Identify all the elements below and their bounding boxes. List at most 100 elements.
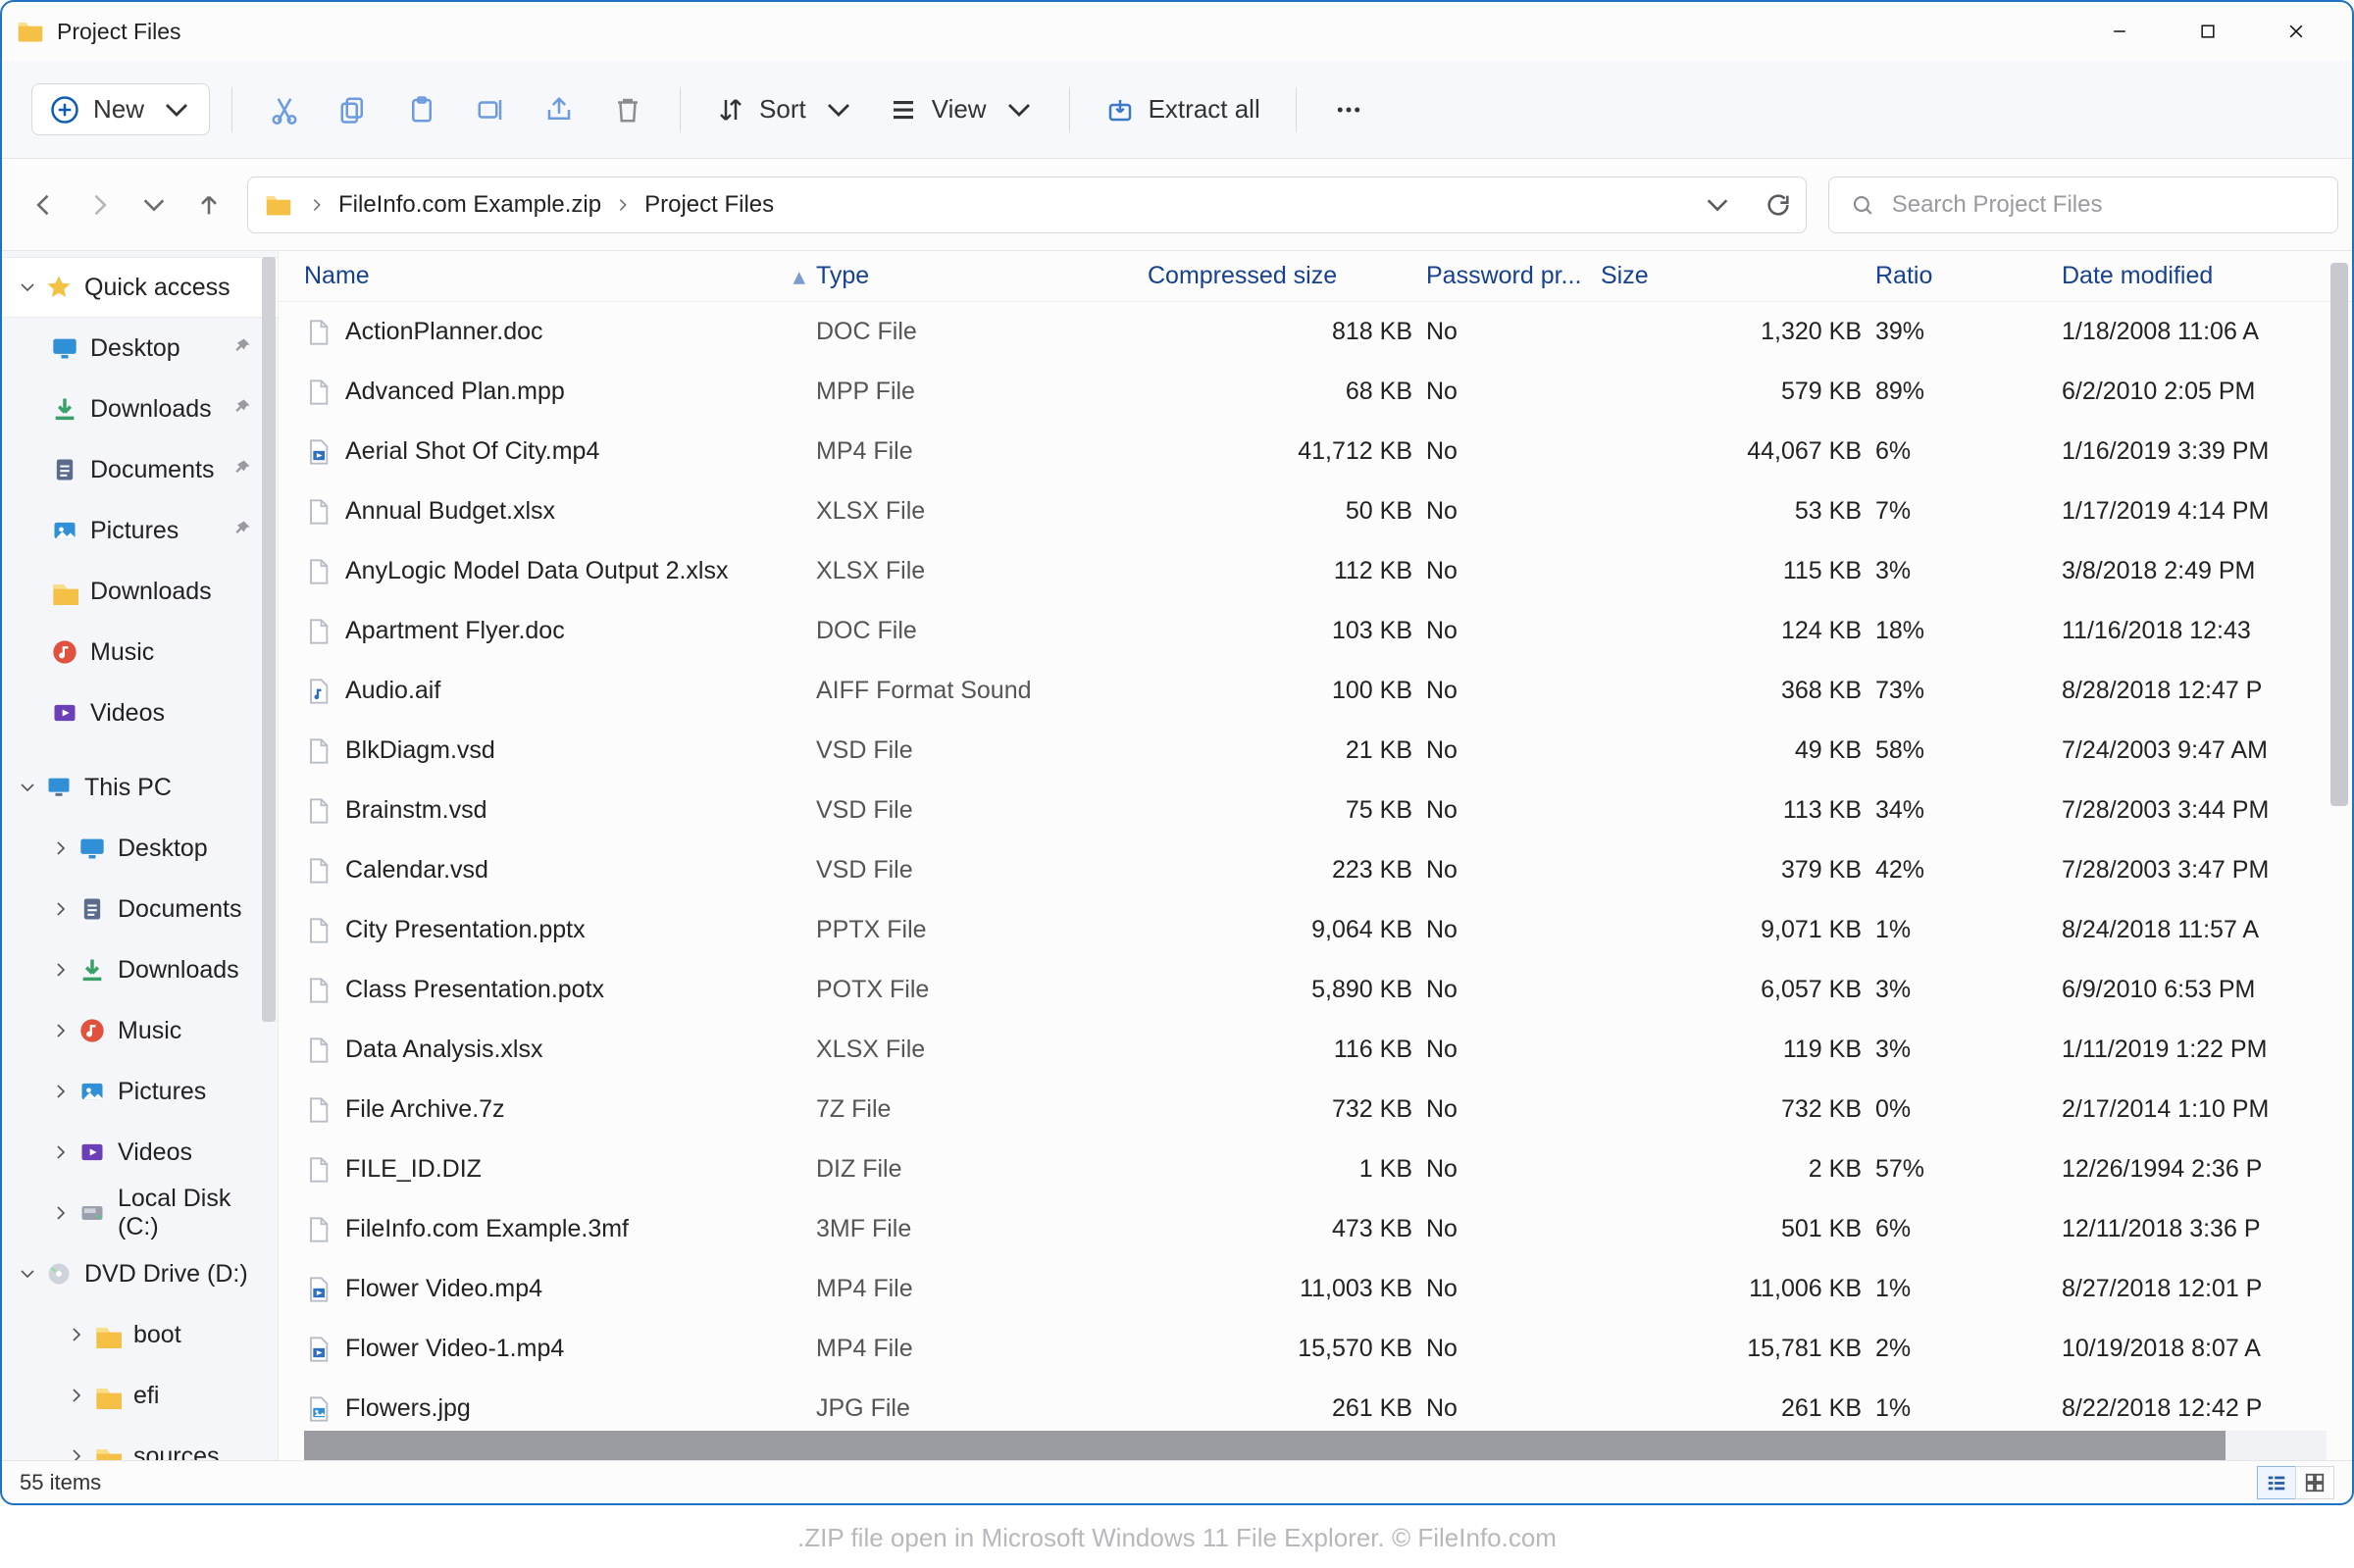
sidebar-item[interactable]: Music <box>2 622 278 683</box>
col-date[interactable]: Date modified <box>2062 251 2319 301</box>
sidebar-scrollbar[interactable] <box>262 257 276 1022</box>
file-password: No <box>1426 900 1601 960</box>
monitor-icon <box>41 774 77 801</box>
file-row[interactable]: Data Analysis.xlsx XLSX File 116 KB No 1… <box>304 1020 2352 1080</box>
rename-button[interactable] <box>460 87 521 132</box>
folder-icon <box>90 1321 126 1348</box>
file-row[interactable]: AnyLogic Model Data Output 2.xlsx XLSX F… <box>304 541 2352 601</box>
file-row[interactable]: FILE_ID.DIZ DIZ File 1 KB No 2 KB 57% 12… <box>304 1139 2352 1199</box>
refresh-button[interactable] <box>1765 191 1792 219</box>
file-type: MP4 File <box>816 1259 1148 1319</box>
search-box[interactable] <box>1828 177 2338 233</box>
horizontal-scrollbar[interactable] <box>304 1431 2327 1460</box>
file-date: 10/19/2018 8:07 A <box>2062 1319 2319 1379</box>
file-row[interactable]: ActionPlanner.doc DOC File 818 KB No 1,3… <box>304 302 2352 362</box>
file-row[interactable]: BlkDiagm.vsd VSD File 21 KB No 49 KB 58%… <box>304 721 2352 781</box>
minimize-button[interactable] <box>2075 2 2164 61</box>
file-row[interactable]: City Presentation.pptx PPTX File 9,064 K… <box>304 900 2352 960</box>
more-button[interactable] <box>1318 87 1379 132</box>
search-input[interactable] <box>1892 191 2316 219</box>
file-icon <box>304 1333 332 1366</box>
sidebar-item-label: efi <box>126 1382 278 1410</box>
breadcrumb-zip[interactable]: FileInfo.com Example.zip <box>338 191 601 219</box>
file-row[interactable]: FileInfo.com Example.3mf 3MF File 473 KB… <box>304 1199 2352 1259</box>
sidebar-item[interactable]: Desktop <box>2 318 278 379</box>
sidebar-item[interactable]: boot <box>2 1304 278 1365</box>
thumbnails-view-button[interactable] <box>2295 1466 2334 1499</box>
recent-button[interactable] <box>137 188 171 222</box>
sidebar-item[interactable]: efi <box>2 1365 278 1426</box>
col-ratio[interactable]: Ratio <box>1875 251 2062 301</box>
col-password[interactable]: Password pr... <box>1426 251 1601 301</box>
sidebar-item[interactable]: Desktop <box>2 818 278 879</box>
paste-button[interactable] <box>391 87 452 132</box>
sidebar-item[interactable]: Music <box>2 1000 278 1061</box>
file-row[interactable]: Flowers.jpg JPG File 261 KB No 261 KB 1%… <box>304 1379 2352 1431</box>
file-compressed: 732 KB <box>1148 1080 1426 1139</box>
delete-button[interactable] <box>597 87 658 132</box>
sidebar-item[interactable]: Pictures <box>2 500 278 561</box>
file-row[interactable]: Advanced Plan.mpp MPP File 68 KB No 579 … <box>304 362 2352 422</box>
file-icon <box>304 794 332 828</box>
file-row[interactable]: File Archive.7z 7Z File 732 KB No 732 KB… <box>304 1080 2352 1139</box>
view-button[interactable]: View <box>875 86 1048 132</box>
back-button[interactable] <box>27 188 61 222</box>
sidebar-quick-access[interactable]: Quick access <box>2 257 278 318</box>
file-row[interactable]: Brainstm.vsd VSD File 75 KB No 113 KB 34… <box>304 781 2352 840</box>
new-button[interactable]: New <box>31 83 210 135</box>
file-name: File Archive.7z <box>345 1095 505 1124</box>
sidebar-dvd-drive[interactable]: DVD Drive (D:) <box>2 1243 278 1304</box>
details-icon <box>2266 1472 2287 1493</box>
scrollbar-thumb[interactable] <box>304 1431 2226 1460</box>
sidebar-item[interactable]: sources <box>2 1426 278 1460</box>
file-ratio: 1% <box>1875 1379 2062 1431</box>
sidebar-this-pc[interactable]: This PC <box>2 757 278 818</box>
forward-button[interactable] <box>82 188 116 222</box>
up-button[interactable] <box>192 188 226 222</box>
file-row[interactable]: Annual Budget.xlsx XLSX File 50 KB No 53… <box>304 481 2352 541</box>
sort-button[interactable]: Sort <box>702 86 867 132</box>
sidebar-item[interactable]: Videos <box>2 1122 278 1183</box>
sidebar-item[interactable]: Downloads <box>2 939 278 1000</box>
sidebar-item[interactable]: Downloads <box>2 561 278 622</box>
file-row[interactable]: Flower Video-1.mp4 MP4 File 15,570 KB No… <box>304 1319 2352 1379</box>
col-type[interactable]: Type <box>816 251 1148 301</box>
close-button[interactable] <box>2252 2 2340 61</box>
share-button[interactable] <box>529 87 589 132</box>
col-name[interactable]: Name▴ <box>304 251 816 301</box>
breadcrumb-folder[interactable]: Project Files <box>644 191 774 219</box>
sidebar-item[interactable]: Videos <box>2 683 278 743</box>
file-date: 6/2/2010 2:05 PM <box>2062 362 2319 422</box>
file-row[interactable]: Calendar.vsd VSD File 223 KB No 379 KB 4… <box>304 840 2352 900</box>
file-password: No <box>1426 302 1601 362</box>
col-size[interactable]: Size <box>1601 251 1875 301</box>
file-row[interactable]: Aerial Shot Of City.mp4 MP4 File 41,712 … <box>304 422 2352 481</box>
sidebar-item[interactable]: Documents <box>2 879 278 939</box>
file-row[interactable]: Audio.aif AIFF Format Sound 100 KB No 36… <box>304 661 2352 721</box>
sidebar-item[interactable]: Documents <box>2 439 278 500</box>
chevron-down-icon <box>162 95 191 125</box>
thumbnails-icon <box>2304 1472 2326 1493</box>
file-ratio: 58% <box>1875 721 2062 781</box>
details-view-button[interactable] <box>2257 1466 2296 1499</box>
file-row[interactable]: Flower Video.mp4 MP4 File 11,003 KB No 1… <box>304 1259 2352 1319</box>
extract-all-button[interactable]: Extract all <box>1092 86 1274 132</box>
file-row[interactable]: Class Presentation.potx POTX File 5,890 … <box>304 960 2352 1020</box>
copy-button[interactable] <box>323 87 384 132</box>
file-name: FileInfo.com Example.3mf <box>345 1215 629 1243</box>
nav-row: FileInfo.com Example.zip Project Files <box>2 159 2352 251</box>
pictures-icon <box>75 1078 110 1105</box>
cut-button[interactable] <box>254 87 315 132</box>
chevron-right-icon <box>63 1387 90 1404</box>
sidebar-item[interactable]: Local Disk (C:) <box>2 1183 278 1243</box>
address-dropdown[interactable] <box>1704 191 1731 219</box>
vertical-scrollbar[interactable] <box>2330 263 2348 806</box>
address-bar[interactable]: FileInfo.com Example.zip Project Files <box>247 177 1807 233</box>
sidebar-item[interactable]: Pictures <box>2 1061 278 1122</box>
chevron-down-icon <box>14 278 41 296</box>
maximize-button[interactable] <box>2164 2 2252 61</box>
file-row[interactable]: Apartment Flyer.doc DOC File 103 KB No 1… <box>304 601 2352 661</box>
col-compressed[interactable]: Compressed size <box>1148 251 1426 301</box>
sidebar-item[interactable]: Downloads <box>2 379 278 439</box>
file-ratio: 73% <box>1875 661 2062 721</box>
